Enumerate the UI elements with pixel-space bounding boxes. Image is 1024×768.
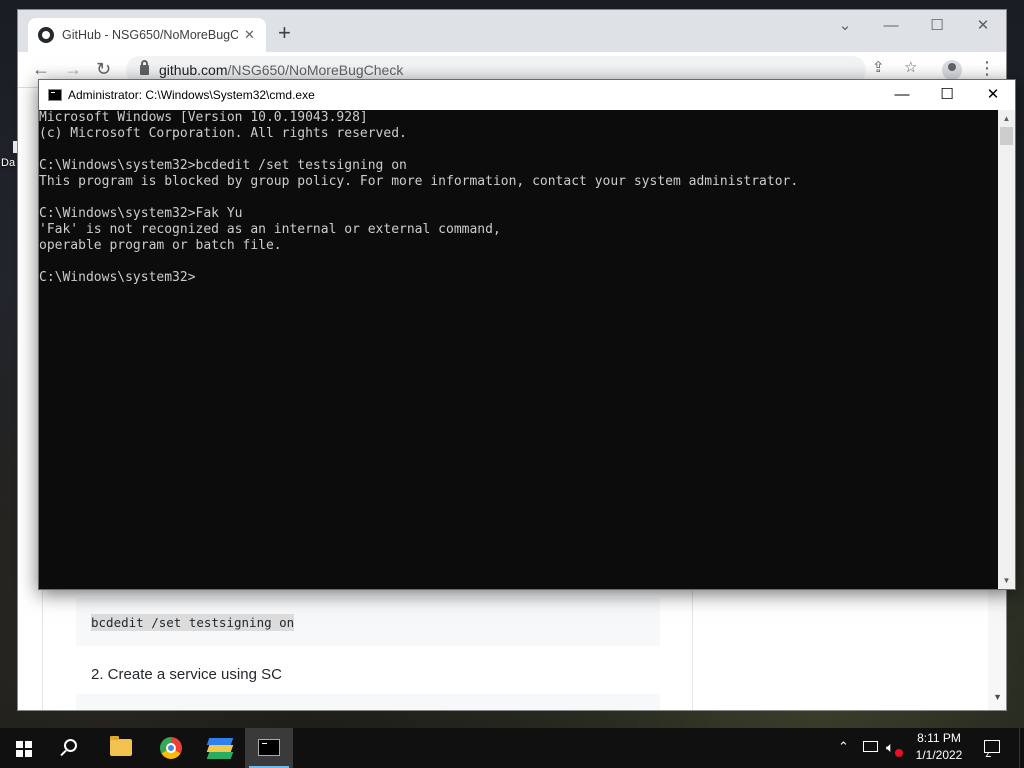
search-button[interactable] bbox=[48, 728, 96, 768]
forward-arrow-icon[interactable]: → bbox=[64, 58, 82, 80]
console-line: 'Fak' is not recognized as an internal o… bbox=[39, 222, 501, 237]
step-heading: 2. Create a service using SC bbox=[91, 666, 282, 683]
console-line: operable program or batch file. bbox=[39, 238, 282, 253]
command-prompt-icon bbox=[258, 739, 280, 756]
url-domain: github.com bbox=[159, 62, 228, 78]
console-output[interactable]: Microsoft Windows [Version 10.0.19043.92… bbox=[39, 110, 999, 589]
browser-close-button[interactable]: ✕ bbox=[960, 14, 1006, 38]
scroll-down-arrow-icon[interactable]: ▼ bbox=[998, 572, 1015, 589]
taskbar-bluestacks[interactable] bbox=[196, 728, 244, 768]
console-prompt[interactable]: C:\Windows\system32> bbox=[39, 270, 999, 286]
notification-center-icon[interactable] bbox=[984, 740, 1000, 753]
show-desktop-button[interactable] bbox=[1019, 728, 1024, 768]
cmd-scrollbar[interactable]: ▲ ▼ bbox=[998, 110, 1015, 589]
cmd-window: Administrator: C:\Windows\System32\cmd.e… bbox=[38, 79, 1016, 590]
lock-icon[interactable] bbox=[140, 60, 149, 75]
code-snippet[interactable]: bcdedit /set testsigning on bbox=[91, 613, 295, 631]
cmd-scroll-thumb[interactable] bbox=[1000, 127, 1013, 145]
bookmark-star-icon[interactable]: ☆ bbox=[904, 58, 917, 76]
reload-icon[interactable]: ↻ bbox=[96, 58, 111, 80]
taskbar-command-prompt[interactable] bbox=[245, 728, 293, 768]
tab-github[interactable]: GitHub - NSG650/NoMoreBugCheck ✕ bbox=[28, 18, 266, 52]
clock-date: 1/1/2022 bbox=[915, 748, 963, 762]
cmd-minimize-button[interactable]: — bbox=[879, 80, 925, 110]
console-line: (c) Microsoft Corporation. All rights re… bbox=[39, 126, 407, 141]
browser-menu-icon[interactable]: ⋮ bbox=[978, 58, 996, 79]
cmd-close-button[interactable]: ✕ bbox=[970, 80, 1016, 110]
windows-start-icon[interactable] bbox=[0, 728, 48, 768]
tab-strip: GitHub - NSG650/NoMoreBugCheck ✕ + ⌄ — ☐… bbox=[18, 10, 1006, 52]
network-icon[interactable] bbox=[863, 741, 878, 752]
file-explorer-icon bbox=[110, 736, 132, 756]
taskbar-file-explorer[interactable] bbox=[98, 728, 146, 768]
cmd-titlebar[interactable]: Administrator: C:\Windows\System32\cmd.e… bbox=[39, 80, 1015, 110]
console-line: Microsoft Windows [Version 10.0.19043.92… bbox=[39, 110, 368, 125]
volume-muted-badge-icon bbox=[895, 749, 903, 757]
scroll-up-arrow-icon[interactable]: ▲ bbox=[998, 110, 1015, 127]
search-icon bbox=[64, 739, 77, 752]
desktop-shortcut-icon[interactable] bbox=[13, 141, 17, 153]
volume-icon[interactable]: 🔈︎ bbox=[886, 739, 894, 756]
tab-title: GitHub - NSG650/NoMoreBugCheck bbox=[62, 28, 238, 42]
code-block-next bbox=[76, 694, 660, 710]
cmd-maximize-button[interactable]: ☐ bbox=[924, 80, 970, 110]
code-block: bcdedit /set testsigning on bbox=[76, 598, 660, 646]
console-line: C:\Windows\system32>Fak Yu bbox=[39, 206, 243, 221]
url-path: /NSG650/NoMoreBugCheck bbox=[227, 62, 404, 78]
cmd-window-icon[interactable] bbox=[48, 89, 62, 101]
tray-chevron-up-icon[interactable]: ⌃ bbox=[838, 739, 849, 755]
back-arrow-icon[interactable]: ← bbox=[32, 58, 50, 80]
system-clock[interactable]: 8:11 PM 1/1/2022 bbox=[906, 730, 972, 764]
share-icon[interactable]: ⇪ bbox=[872, 58, 885, 76]
console-line: C:\Windows\system32>bcdedit /set testsig… bbox=[39, 158, 407, 173]
github-icon bbox=[38, 27, 54, 43]
bluestacks-icon bbox=[206, 736, 234, 760]
browser-minimize-button[interactable]: — bbox=[868, 14, 914, 38]
taskbar-chrome[interactable] bbox=[148, 728, 196, 768]
chrome-icon bbox=[160, 737, 182, 759]
scroll-down-arrow-icon[interactable]: ▼ bbox=[993, 692, 1002, 702]
cmd-title: Administrator: C:\Windows\System32\cmd.e… bbox=[68, 88, 315, 102]
browser-maximize-button[interactable]: ☐ bbox=[914, 14, 960, 38]
clock-time: 8:11 PM bbox=[917, 731, 961, 745]
new-tab-button[interactable]: + bbox=[278, 22, 291, 44]
tab-search-icon[interactable]: ⌄ bbox=[822, 14, 868, 38]
url-text: github.com/NSG650/NoMoreBugCheck bbox=[159, 62, 403, 78]
desktop-shortcut-label[interactable]: Da bbox=[1, 157, 15, 169]
tab-close-icon[interactable]: ✕ bbox=[244, 27, 255, 43]
taskbar: ⌃ 🔈︎ 8:11 PM 1/1/2022 bbox=[0, 728, 1024, 768]
console-line: This program is blocked by group policy.… bbox=[39, 174, 799, 189]
profile-avatar-icon[interactable] bbox=[942, 60, 962, 80]
